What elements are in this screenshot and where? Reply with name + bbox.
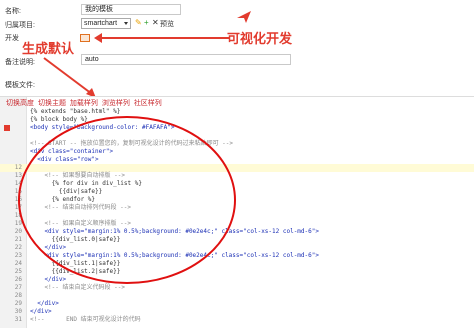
- code-text: </div>: [30, 300, 59, 307]
- code-text: </div>: [30, 308, 52, 315]
- project-label: 归属项目:: [5, 22, 35, 29]
- tab-browse-sample[interactable]: 浏览样列: [102, 100, 130, 107]
- preview-icon[interactable]: ✕: [152, 18, 159, 27]
- tab-load-sample[interactable]: 加载样列: [70, 100, 98, 107]
- line-number: 28: [14, 292, 22, 299]
- send-arrow-icon: [237, 11, 251, 23]
- dev-visual-icon[interactable]: [80, 34, 90, 42]
- default-gen-annotation: 生成默认: [22, 41, 75, 56]
- code-line[interactable]: 28: [0, 292, 474, 300]
- name-input[interactable]: 我的模板: [81, 4, 181, 15]
- note-input[interactable]: auto: [81, 54, 291, 65]
- dev-label: 开发: [5, 35, 19, 42]
- project-select[interactable]: smartchart: [81, 18, 131, 29]
- highlight-ellipse: [18, 116, 236, 284]
- name-label: 名称:: [5, 8, 21, 15]
- line-number: 29: [14, 300, 22, 307]
- arrow-to-tabs: [43, 57, 96, 98]
- chevron-down-icon: [124, 22, 128, 25]
- tab-community-sample[interactable]: 社区样列: [134, 100, 162, 107]
- add-icon[interactable]: +: [144, 18, 149, 27]
- tab-toggle-theme[interactable]: 切换主题: [38, 100, 66, 107]
- error-marker-icon: [4, 125, 10, 131]
- editor-tabs: 切换高度 切换主题 加载样列 浏览样列 社区样列: [6, 98, 164, 108]
- code-line[interactable]: 30 </div>: [0, 308, 474, 316]
- arrow-to-dev: [94, 33, 230, 43]
- code-text: <!-- END 结束可视化设计的代码: [30, 316, 141, 323]
- line-number: 31: [14, 316, 22, 323]
- code-line[interactable]: 31 <!-- END 结束可视化设计的代码: [0, 316, 474, 324]
- project-select-value: smartchart: [84, 20, 118, 27]
- visual-dev-annotation: 可视化开发: [227, 31, 293, 46]
- edit-icon[interactable]: ✎: [135, 18, 142, 27]
- line-number: 30: [14, 308, 22, 315]
- tab-toggle-height[interactable]: 切换高度: [6, 100, 34, 107]
- note-label: 备注说明:: [5, 59, 35, 66]
- code-line[interactable]: 29 </div>: [0, 300, 474, 308]
- template-label: 模板文件:: [5, 82, 35, 89]
- preview-link[interactable]: 预览: [160, 19, 174, 29]
